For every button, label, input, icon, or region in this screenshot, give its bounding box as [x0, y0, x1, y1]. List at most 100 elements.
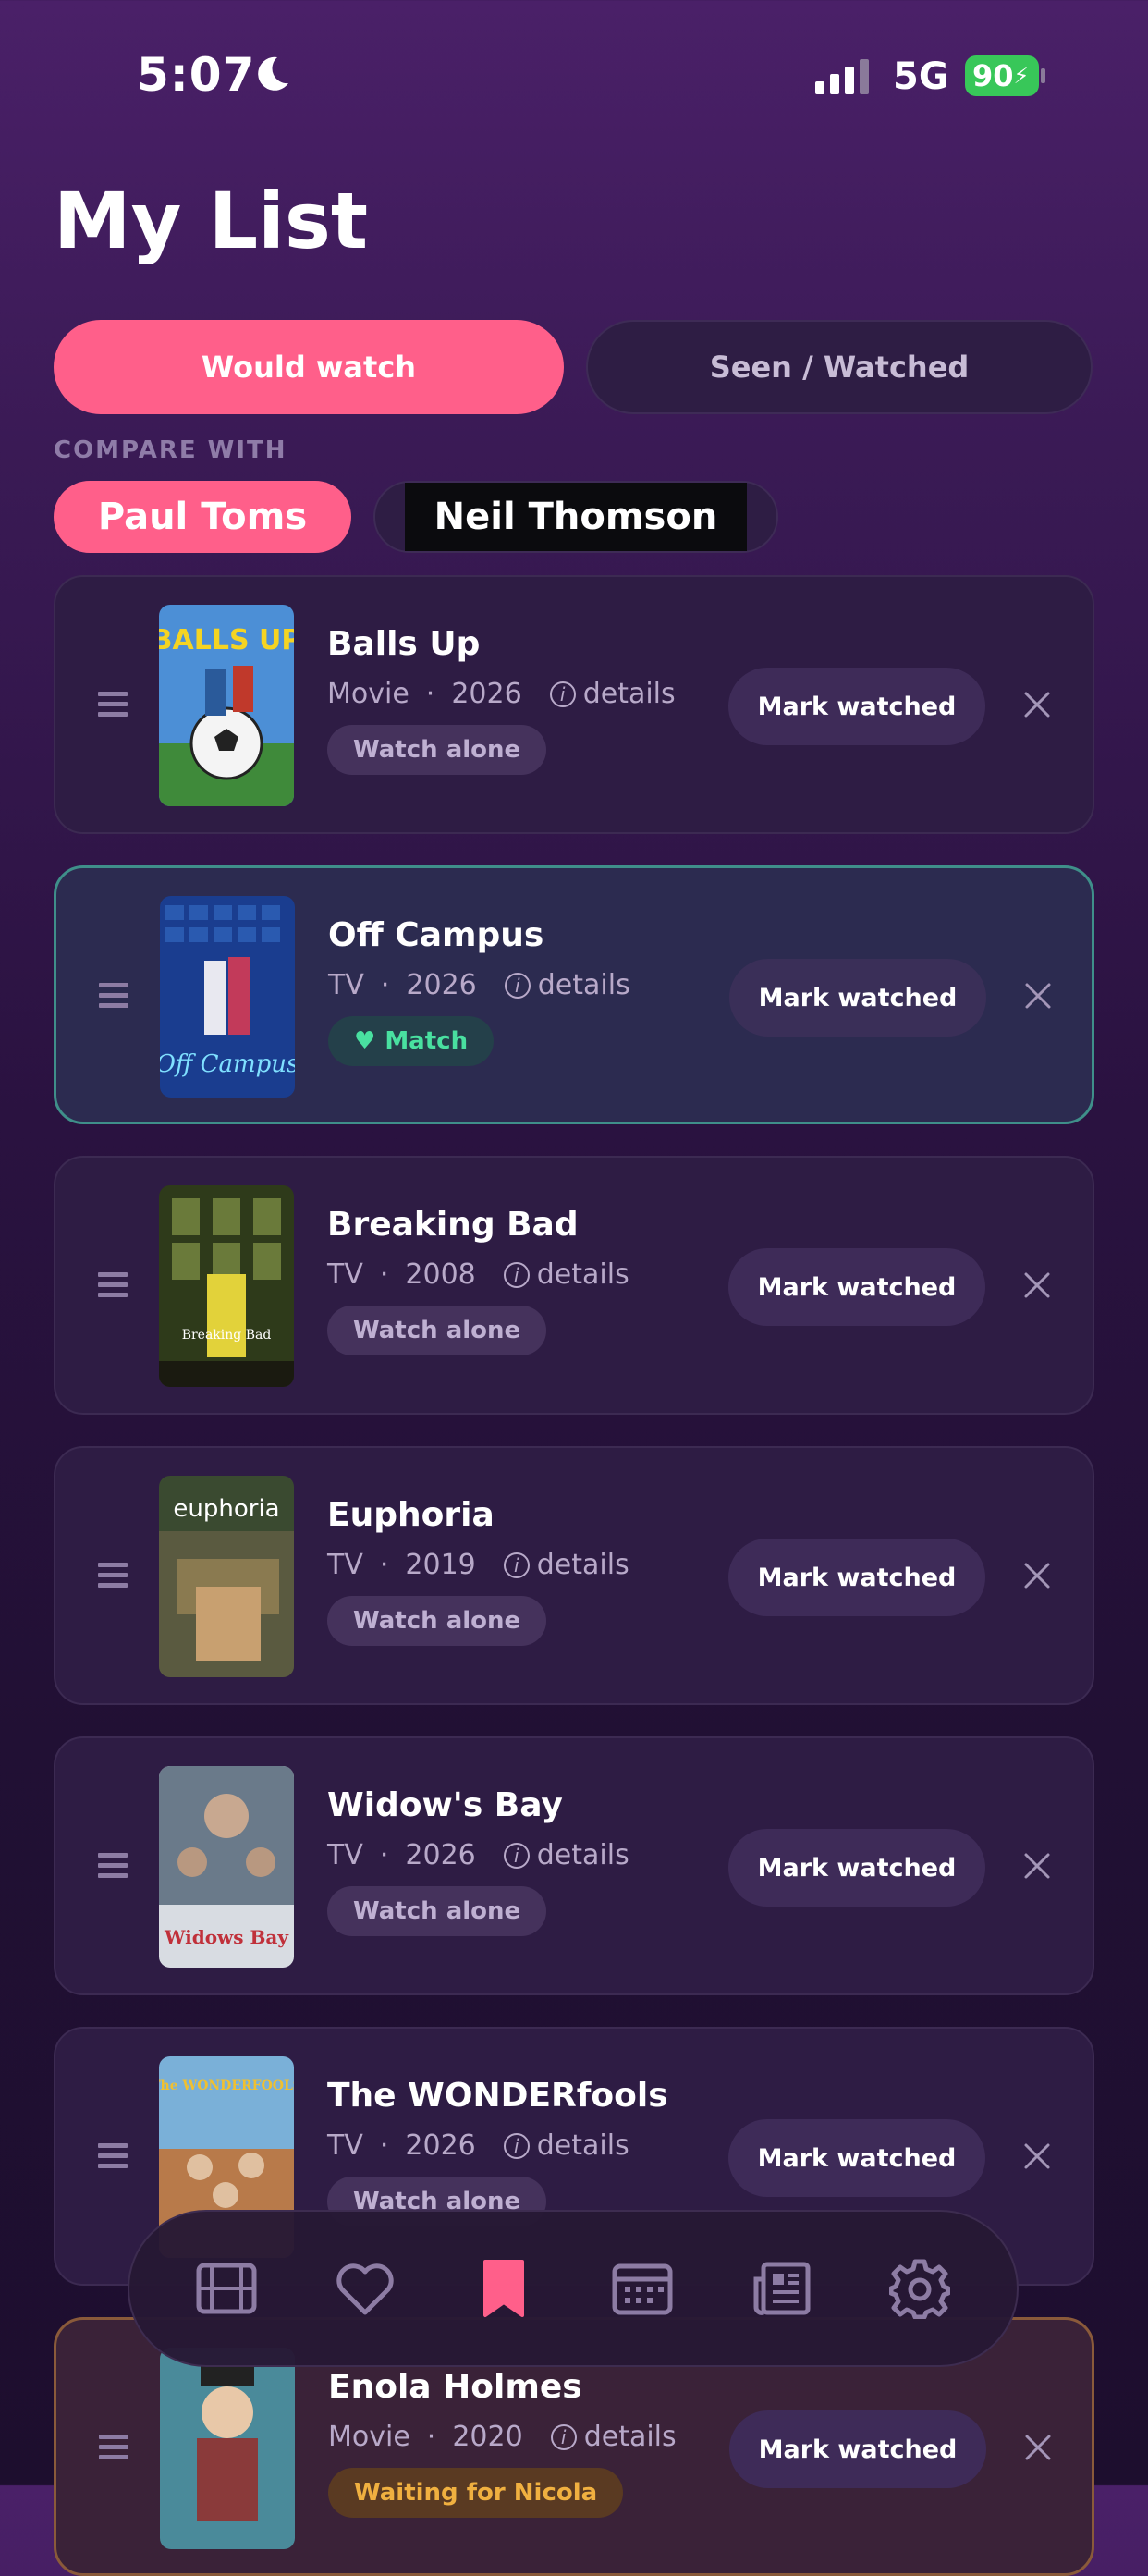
poster-text: euphoria — [173, 1495, 279, 1523]
mark-watched-button[interactable]: Mark watched — [728, 2119, 985, 2197]
status-badge: Watch alone — [327, 1596, 547, 1646]
moon-icon — [258, 56, 288, 91]
details-link[interactable]: details — [537, 2129, 629, 2162]
details-link[interactable]: details — [583, 678, 676, 710]
item-type: TV — [327, 2129, 363, 2162]
drag-handle-icon[interactable] — [98, 1853, 128, 1879]
close-icon[interactable] — [1020, 1559, 1054, 1592]
item-title: Balls Up — [327, 625, 481, 663]
nav-tab-my-list[interactable] — [467, 2251, 541, 2325]
details-link[interactable]: details — [538, 969, 630, 1001]
close-icon[interactable] — [1020, 1849, 1054, 1883]
poster-text: Widows Bay — [164, 1926, 289, 1948]
separator-dot: · — [379, 1549, 389, 1581]
mark-watched-button[interactable]: Mark watched — [728, 1829, 985, 1907]
charging-icon: ⚡ — [1013, 63, 1030, 89]
item-type: Movie — [328, 2421, 410, 2453]
mark-watched-button[interactable]: Mark watched — [729, 2410, 986, 2488]
bookmark-icon — [483, 2260, 524, 2317]
item-title: Off Campus — [328, 916, 544, 954]
drag-handle-icon[interactable] — [99, 983, 128, 1009]
close-icon[interactable] — [1020, 1269, 1054, 1302]
list-item: Widows Bay Widow's Bay TV · 2026 i detai… — [54, 1736, 1094, 1995]
info-icon[interactable]: i — [503, 1552, 530, 1578]
item-year: 2026 — [405, 2129, 476, 2162]
signal-icon — [815, 59, 869, 94]
mark-watched-button[interactable]: Mark watched — [728, 668, 985, 745]
mark-watched-button[interactable]: Mark watched — [728, 1539, 985, 1616]
drag-handle-icon[interactable] — [98, 1563, 128, 1589]
info-icon[interactable]: i — [503, 1842, 530, 1869]
drag-handle-icon[interactable] — [98, 1272, 128, 1298]
mark-watched-button[interactable]: Mark watched — [728, 1248, 985, 1326]
item-year: 2026 — [405, 1839, 476, 1871]
poster-image: Breaking Bad — [159, 1185, 294, 1387]
status-badge: Waiting for Nicola — [328, 2468, 624, 2518]
item-title: Widow's Bay — [327, 1786, 563, 1824]
close-icon[interactable] — [1020, 688, 1054, 721]
calendar-icon — [612, 2263, 673, 2315]
status-time: 5:07 — [137, 48, 256, 102]
status-badge-label: Match — [385, 1027, 469, 1055]
item-year: 2020 — [452, 2421, 523, 2453]
item-type: TV — [327, 1549, 363, 1581]
separator-dot: · — [380, 969, 390, 1001]
drag-handle-icon[interactable] — [98, 692, 128, 718]
poster-image: BALLS UP — [159, 605, 294, 806]
separator-dot: · — [379, 2129, 389, 2162]
bottom-nav — [128, 2210, 1019, 2367]
details-link[interactable]: details — [537, 1839, 629, 1871]
compare-chip-paul[interactable]: Paul Toms — [54, 481, 351, 553]
drag-handle-icon[interactable] — [98, 2143, 128, 2169]
separator-dot: · — [426, 2421, 436, 2453]
settings-icon — [889, 2259, 950, 2319]
status-bar: 5:07 5G 90 ⚡ — [0, 0, 1148, 148]
separator-dot: · — [379, 1258, 389, 1291]
tab-seen-watched[interactable]: Seen / Watched — [586, 320, 1093, 414]
close-icon[interactable] — [1021, 2431, 1055, 2464]
info-icon[interactable]: i — [503, 2132, 530, 2159]
item-type: TV — [328, 969, 364, 1001]
nav-tab-news[interactable] — [744, 2251, 818, 2325]
film-icon — [196, 2263, 257, 2314]
info-icon[interactable]: i — [549, 681, 576, 707]
nav-tab-calendar[interactable] — [605, 2251, 679, 2325]
status-badge: Watch alone — [327, 725, 547, 775]
item-title: Breaking Bad — [327, 1206, 579, 1244]
info-icon[interactable]: i — [503, 1261, 530, 1288]
info-icon[interactable]: i — [550, 2423, 577, 2450]
heart-icon — [336, 2263, 394, 2315]
details-link[interactable]: details — [537, 1258, 629, 1291]
nav-tab-films[interactable] — [189, 2251, 263, 2325]
drag-handle-icon[interactable] — [99, 2435, 128, 2460]
compare-chip-neil[interactable]: Neil Thomson — [373, 481, 778, 553]
item-title: Enola Holmes — [328, 2368, 582, 2406]
status-badge: Watch alone — [327, 1886, 547, 1936]
poster-image: Widows Bay — [159, 1766, 294, 1968]
compare-chip-neil-label: Neil Thomson — [405, 483, 747, 551]
item-type: TV — [327, 1258, 363, 1291]
nav-tab-favorites[interactable] — [328, 2251, 402, 2325]
status-badge: Watch alone — [327, 1306, 547, 1355]
close-icon[interactable] — [1021, 979, 1055, 1012]
details-link[interactable]: details — [584, 2421, 677, 2453]
item-title: Euphoria — [327, 1496, 495, 1534]
poster-text: The WONDERFOOLS — [159, 2079, 294, 2093]
info-icon[interactable]: i — [504, 972, 531, 999]
item-type: TV — [327, 1839, 363, 1871]
nav-tab-settings[interactable] — [883, 2251, 957, 2325]
status-badge: ♥ Match — [328, 1016, 495, 1066]
separator-dot: · — [379, 1839, 389, 1871]
poster-text: BALLS UP — [159, 624, 294, 656]
separator-dot: · — [425, 678, 435, 710]
page-title: My List — [54, 176, 369, 266]
tab-would-watch[interactable]: Would watch — [54, 320, 564, 414]
mark-watched-button[interactable]: Mark watched — [729, 959, 986, 1037]
details-link[interactable]: details — [537, 1549, 629, 1581]
close-icon[interactable] — [1020, 2140, 1054, 2173]
poster-text: Off Campus — [160, 1050, 295, 1078]
item-title: The WONDERfools — [327, 2077, 668, 2115]
news-icon — [753, 2262, 811, 2315]
poster-image: Off Campus — [160, 896, 295, 1098]
item-year: 2026 — [451, 678, 522, 710]
